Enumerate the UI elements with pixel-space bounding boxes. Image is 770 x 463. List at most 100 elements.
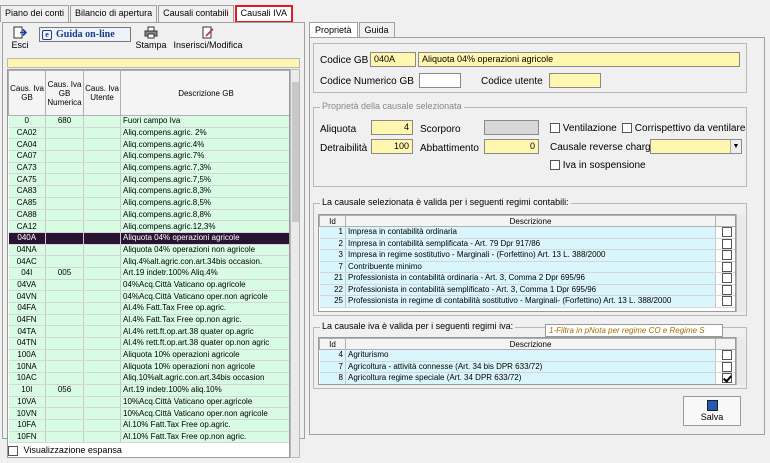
table-row[interactable]: 04VA 04%Acq.Città Vaticano op.agricole: [8, 279, 289, 292]
causali-grid: Caus. Iva GB Caus. Iva GB Numerica Caus.…: [7, 69, 290, 458]
list-item[interactable]: 25 Professionista in regime di contabilit…: [319, 295, 735, 308]
col-id[interactable]: Id: [319, 338, 346, 350]
table-row[interactable]: 10AC Aliq.10%alt.agric.con.art.34bis occa…: [8, 372, 289, 385]
table-row[interactable]: CA12 Aliq.compens.agric.12,3%: [8, 220, 289, 233]
tab-piano-dei-conti[interactable]: Piano dei conti: [0, 5, 70, 22]
checkbox-icon[interactable]: [721, 350, 732, 361]
codice-numerico-field[interactable]: [419, 73, 461, 88]
table-row[interactable]: 04TN Al.4% rett.ft.op.art.38 quater op.no…: [8, 337, 289, 350]
table-row[interactable]: 04NA Aliquota 04% operazioni non agricole: [8, 244, 289, 257]
detraibilita-field[interactable]: 100: [371, 139, 413, 154]
guida-online-button[interactable]: e Guida on-line: [39, 27, 131, 42]
salva-button[interactable]: Salva: [683, 396, 741, 426]
col-caus-iva-gb[interactable]: Caus. Iva GB: [8, 70, 46, 116]
regime-filter-select[interactable]: 1-Filtra in pNota per regime CO e Regime…: [545, 324, 723, 337]
list-item[interactable]: 3 Impresa in regime sostitutivo - Margina…: [319, 249, 735, 262]
checkbox-icon[interactable]: [550, 160, 560, 171]
table-row[interactable]: 0 680 Fuori campo Iva: [8, 115, 289, 128]
checkbox-icon[interactable]: [622, 123, 632, 134]
list-item[interactable]: 4 Agriturismo: [319, 349, 735, 362]
col-descrizione-gb[interactable]: Descrizione GB: [120, 70, 289, 116]
checkbox-icon[interactable]: [721, 227, 732, 238]
col-caus-iva-gb-numerica[interactable]: Caus. Iva GB Numerica: [45, 70, 84, 116]
table-row[interactable]: 10FA Al.10% Fatt.Tax Free op.agric.: [8, 419, 289, 432]
scorporo-field[interactable]: [484, 120, 539, 135]
table-row[interactable]: CA75 Aliq.compens.agric.7,5%: [8, 173, 289, 187]
list-item[interactable]: 21 Professionista in contabilità ordinari…: [319, 272, 735, 285]
table-row[interactable]: 10FN Al.10% Fatt.Tax Free op.non agric.: [8, 431, 289, 444]
tab-causali-iva[interactable]: Causali IVA: [234, 5, 293, 23]
checkbox-icon[interactable]: [721, 284, 732, 295]
codice-gb-description[interactable]: Aliquota 04% operazioni agricole: [418, 52, 740, 67]
table-row[interactable]: 04TA Al.4% rett.ft.op.art.38 quater op.ag…: [8, 325, 289, 339]
table-row[interactable]: 10VN 10%Acq.Città Vaticano oper.non agric…: [8, 407, 289, 420]
table-row[interactable]: 10I 056 Art.19 indetr.100% aliq.10%: [8, 384, 289, 397]
table-row[interactable]: CA73 Aliq.compens.agric.7,3%: [8, 162, 289, 175]
table-cell: [83, 419, 121, 432]
tab-guida[interactable]: Guida: [358, 22, 395, 38]
table-row[interactable]: CA02 Aliq.compens.agric. 2%: [8, 127, 289, 140]
reverse-charge-select[interactable]: ▼: [650, 139, 742, 154]
table-row[interactable]: CA07 Aliq.compens.agric.7%: [8, 150, 289, 163]
grid-scrollbar[interactable]: [290, 69, 300, 458]
abbattimento-field[interactable]: 0: [484, 139, 539, 154]
list-item[interactable]: 7 Agricoltura - attività connesse (Art. 3…: [319, 361, 735, 373]
table-cell: [45, 255, 84, 268]
tab-proprieta[interactable]: Proprietà: [309, 22, 358, 38]
table-row[interactable]: 04I 005 Art.19 indetr.100% Aliq.4%: [8, 267, 289, 280]
checkbox-icon[interactable]: [721, 273, 732, 284]
checkbox-icon[interactable]: [721, 373, 732, 384]
aliquota-field[interactable]: 4: [371, 120, 413, 135]
inserisci-modifica-button[interactable]: Inserisci/Modifica: [172, 26, 244, 50]
col-caus-iva-utente[interactable]: Caus. Iva Utente: [83, 70, 121, 116]
list-item[interactable]: 1 Impresa in contabilità ordinaria: [319, 226, 735, 239]
table-row[interactable]: 10NA Aliquota 10% operazioni non agricole: [8, 360, 289, 374]
esci-button[interactable]: Esci: [7, 26, 33, 50]
col-check: [715, 215, 735, 227]
table-row[interactable]: 10VA 10%Acq.Città Vaticano oper.agricole: [8, 396, 289, 409]
table-row[interactable]: CA83 Aliq.compens.agric.8,3%: [8, 185, 289, 198]
col-id[interactable]: Id: [319, 215, 346, 227]
list-item[interactable]: 8 Agricoltura regime speciale (Art. 34 DP…: [319, 372, 735, 384]
chevron-down-icon[interactable]: ▼: [730, 140, 741, 153]
table-row[interactable]: CA88 Aliq.compens.agric.8,8%: [8, 209, 289, 222]
corrispettivo-checkbox[interactable]: Corrispettivo da ventilare: [622, 123, 745, 134]
col-descrizione[interactable]: Descrizione: [345, 338, 716, 350]
list-item[interactable]: 2 Impresa in contabilità semplificata - A…: [319, 238, 735, 250]
table-cell: 04VN: [8, 290, 46, 303]
scroll-thumb[interactable]: [292, 82, 299, 222]
tab-causali-contabili[interactable]: Causali contabili: [158, 5, 234, 22]
table-row[interactable]: CA04 Aliq.compens.agric.4%: [8, 138, 289, 152]
table-row[interactable]: CA85 Aliq.compens.agric.8,5%: [8, 197, 289, 210]
checkbox-icon[interactable]: [721, 238, 732, 249]
list-item[interactable]: 7 Contribuente minimo: [319, 261, 735, 273]
table-row[interactable]: 04VN 04%Acq.Città Vaticano oper.non agric…: [8, 290, 289, 303]
checkbox-icon[interactable]: [550, 123, 560, 134]
ventilazione-checkbox[interactable]: Ventilazione: [550, 123, 617, 134]
checkbox-icon[interactable]: [721, 250, 732, 261]
codice-gb-field[interactable]: 040A: [370, 52, 416, 67]
tab-bilancio-apertura[interactable]: Bilancio di apertura: [70, 5, 158, 22]
table-row[interactable]: 04FN Al.4% Fatt.Tax Free op.non agric.: [8, 314, 289, 327]
regimi-iva-scrollbar[interactable]: [736, 337, 745, 385]
table-row[interactable]: 100A Aliquota 10% operazioni agricole: [8, 349, 289, 362]
grid-filter-row[interactable]: [7, 58, 300, 68]
col-descrizione[interactable]: Descrizione: [345, 215, 716, 227]
table-row[interactable]: 04AC Aliq.4%alt.agric.con.art.34bis occas…: [8, 255, 289, 268]
checkbox-icon[interactable]: [721, 261, 732, 272]
list-item[interactable]: 22 Professionista in contabilità semplifi…: [319, 284, 735, 296]
table-cell: Aliq.10%alt.agric.con.art.34bis occasion: [120, 372, 289, 385]
visualizzazione-espansa-checkbox[interactable]: Visualizzazione espansa: [8, 445, 122, 456]
codice-utente-field[interactable]: [549, 73, 601, 88]
table-cell: Al.4% Fatt.Tax Free op.non agric.: [120, 314, 289, 327]
checkbox-icon[interactable]: [8, 445, 18, 456]
checkbox-icon[interactable]: [721, 361, 732, 372]
iva-sospensione-checkbox[interactable]: Iva in sospensione: [550, 160, 646, 171]
stampa-button[interactable]: Stampa: [134, 26, 168, 50]
checkbox-icon[interactable]: [721, 296, 732, 307]
regimi-scrollbar[interactable]: [736, 214, 745, 312]
table-row[interactable]: 040A Aliquota 04% operazioni agricole: [8, 232, 289, 245]
table-cell: 10%Acq.Città Vaticano oper.non agricole: [120, 407, 289, 420]
row-description: Professionista in regime di contabilità …: [345, 295, 716, 308]
table-row[interactable]: 04FA Al.4% Fatt.Tax Free op.agric.: [8, 302, 289, 315]
